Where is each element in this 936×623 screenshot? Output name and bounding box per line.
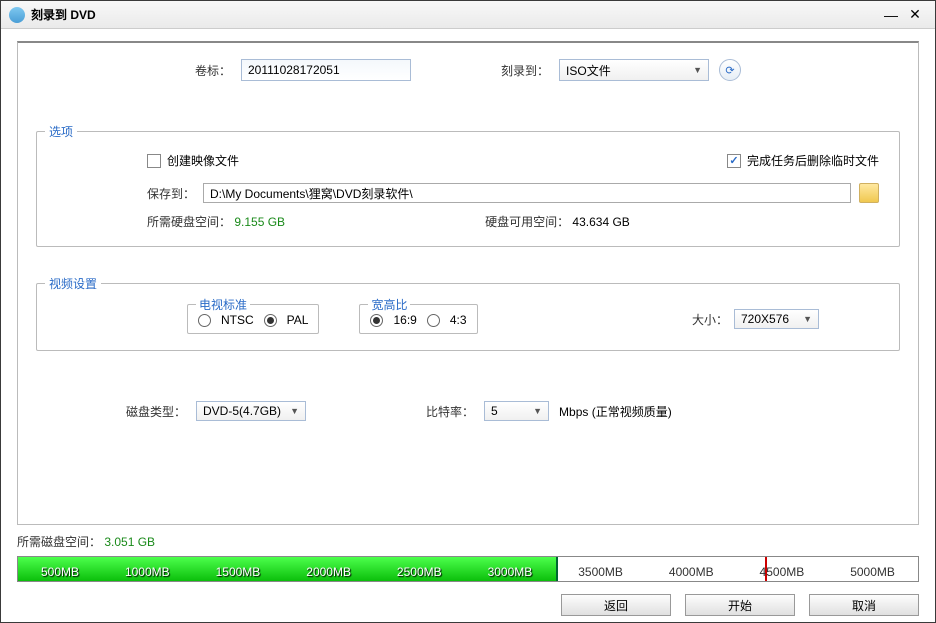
burn-to-label: 刻录到： bbox=[501, 62, 549, 79]
chevron-down-icon: ▼ bbox=[803, 314, 812, 324]
tick: 2500MB bbox=[397, 565, 442, 579]
disk-type-label: 磁盘类型： bbox=[126, 403, 186, 420]
top-row: 卷标： 刻录到： ISO文件 ▼ ⟳ bbox=[36, 59, 900, 81]
tick: 3500MB bbox=[578, 565, 623, 579]
refresh-icon: ⟳ bbox=[725, 64, 734, 77]
ntsc-label: NTSC bbox=[221, 313, 254, 327]
window-title: 刻录到 DVD bbox=[31, 6, 96, 23]
bitrate-value: 5 bbox=[491, 404, 498, 418]
aspect-ratio-group: 宽高比 16:9 4:3 bbox=[359, 304, 477, 334]
create-image-label: 创建映像文件 bbox=[167, 152, 239, 169]
tick: 1500MB bbox=[216, 565, 261, 579]
options-fieldset: 选项 创建映像文件 完成任务后删除临时文件 保存到： 所需硬盘空间： bbox=[36, 131, 900, 247]
tick: 2000MB bbox=[306, 565, 351, 579]
save-to-label: 保存到： bbox=[147, 185, 195, 202]
chevron-down-icon: ▼ bbox=[533, 406, 542, 416]
create-image-checkbox[interactable] bbox=[147, 154, 161, 168]
browse-button[interactable] bbox=[859, 183, 879, 203]
close-button[interactable]: ✕ bbox=[903, 6, 927, 23]
refresh-button[interactable]: ⟳ bbox=[719, 59, 741, 81]
video-fieldset: 视频设置 电视标准 NTSC PAL 宽高比 16:9 4:3 bbox=[36, 283, 900, 351]
video-legend: 视频设置 bbox=[45, 275, 101, 292]
space-gauge: 500MB 1000MB 1500MB 2000MB 2500MB 3000MB… bbox=[17, 556, 919, 582]
free-space-value: 43.634 GB bbox=[572, 215, 629, 229]
ratio-43-label: 4:3 bbox=[450, 313, 467, 327]
button-row: 返回 开始 取消 bbox=[17, 588, 919, 616]
titlebar: 刻录到 DVD ― ✕ bbox=[1, 1, 935, 29]
save-to-input[interactable] bbox=[203, 183, 851, 203]
tick: 4500MB bbox=[760, 565, 805, 579]
free-space-label: 硬盘可用空间： bbox=[485, 215, 569, 229]
cancel-button[interactable]: 取消 bbox=[809, 594, 919, 616]
tick: 4000MB bbox=[669, 565, 714, 579]
disk-need-label: 所需磁盘空间： bbox=[17, 535, 101, 549]
tick: 500MB bbox=[41, 565, 79, 579]
pal-label: PAL bbox=[287, 313, 309, 327]
pal-radio[interactable] bbox=[264, 314, 277, 327]
bitrate-select[interactable]: 5 ▼ bbox=[484, 401, 549, 421]
disk-need-value: 3.051 GB bbox=[104, 535, 155, 549]
delete-temp-label: 完成任务后删除临时文件 bbox=[747, 152, 879, 169]
aspect-legend: 宽高比 bbox=[368, 296, 410, 313]
tv-standard-group: 电视标准 NTSC PAL bbox=[187, 304, 319, 334]
ratio-169-radio[interactable] bbox=[370, 314, 383, 327]
burn-to-select[interactable]: ISO文件 ▼ bbox=[559, 59, 709, 81]
volume-label: 卷标： bbox=[195, 62, 231, 79]
burn-to-value: ISO文件 bbox=[566, 62, 611, 79]
need-space-label: 所需硬盘空间： bbox=[147, 215, 231, 229]
options-legend: 选项 bbox=[45, 123, 77, 140]
bitrate-unit: Mbps (正常视频质量) bbox=[559, 403, 672, 420]
app-icon bbox=[9, 7, 25, 23]
tick: 1000MB bbox=[125, 565, 170, 579]
disk-type-value: DVD-5(4.7GB) bbox=[203, 404, 281, 418]
disk-type-select[interactable]: DVD-5(4.7GB) ▼ bbox=[196, 401, 306, 421]
burn-dvd-window: 刻录到 DVD ― ✕ 卷标： 刻录到： ISO文件 ▼ ⟳ bbox=[0, 0, 936, 623]
size-select[interactable]: 720X576 ▼ bbox=[734, 309, 819, 329]
tick: 3000MB bbox=[488, 565, 533, 579]
need-space-value: 9.155 GB bbox=[234, 215, 285, 229]
ratio-43-radio[interactable] bbox=[427, 314, 440, 327]
minimize-button[interactable]: ― bbox=[879, 7, 903, 23]
gauge-ticks: 500MB 1000MB 1500MB 2000MB 2500MB 3000MB… bbox=[18, 565, 918, 579]
start-button[interactable]: 开始 bbox=[685, 594, 795, 616]
bitrate-label: 比特率： bbox=[426, 403, 474, 420]
chevron-down-icon: ▼ bbox=[693, 65, 702, 75]
ntsc-radio[interactable] bbox=[198, 314, 211, 327]
disk-bitrate-row: 磁盘类型： DVD-5(4.7GB) ▼ 比特率： 5 ▼ Mbps (正常视频… bbox=[36, 401, 900, 421]
ratio-169-label: 16:9 bbox=[393, 313, 416, 327]
size-value: 720X576 bbox=[741, 312, 789, 326]
tick: 5000MB bbox=[850, 565, 895, 579]
chevron-down-icon: ▼ bbox=[290, 406, 299, 416]
size-label: 大小： bbox=[692, 311, 728, 328]
delete-temp-checkbox[interactable] bbox=[727, 154, 741, 168]
tv-legend: 电视标准 bbox=[196, 296, 250, 313]
back-button[interactable]: 返回 bbox=[561, 594, 671, 616]
volume-input[interactable] bbox=[241, 59, 411, 81]
